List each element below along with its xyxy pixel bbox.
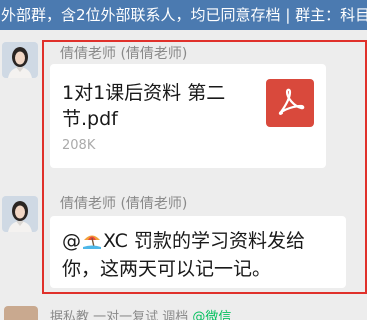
sender-name: 倩倩老师 (倩倩老师) xyxy=(60,46,188,62)
sender-avatar[interactable] xyxy=(4,306,38,320)
file-name: 1对1课后资料 第二节.pdf xyxy=(62,82,226,130)
group-info-banner[interactable]: 外部群，含2位外部联系人，均已同意存档 | 群主：科目 xyxy=(0,0,367,30)
message-text: @ XC 罚款的学习资料发给你，这两天可以记一记。 xyxy=(62,229,340,282)
file-message-card[interactable]: 1对1课后资料 第二节.pdf 208K xyxy=(50,64,326,168)
wechat-tag: @微信 xyxy=(192,310,232,320)
file-size: 208K xyxy=(62,138,96,153)
beach-umbrella-icon xyxy=(82,230,102,257)
pdf-icon xyxy=(266,79,314,127)
next-message-preview: 据私教 一对一复试 调档 @微信 xyxy=(50,306,231,320)
text-message-bubble[interactable]: @ XC 罚款的学习资料发给你，这两天可以记一记。 xyxy=(50,216,346,288)
next-message-text: 据私教 一对一复试 调档 xyxy=(50,310,189,320)
sender-avatar[interactable] xyxy=(2,196,38,232)
sender-name: 倩倩老师 (倩倩老师) xyxy=(60,196,188,212)
sender-avatar[interactable] xyxy=(2,42,38,78)
mention-at: @ xyxy=(62,230,81,252)
